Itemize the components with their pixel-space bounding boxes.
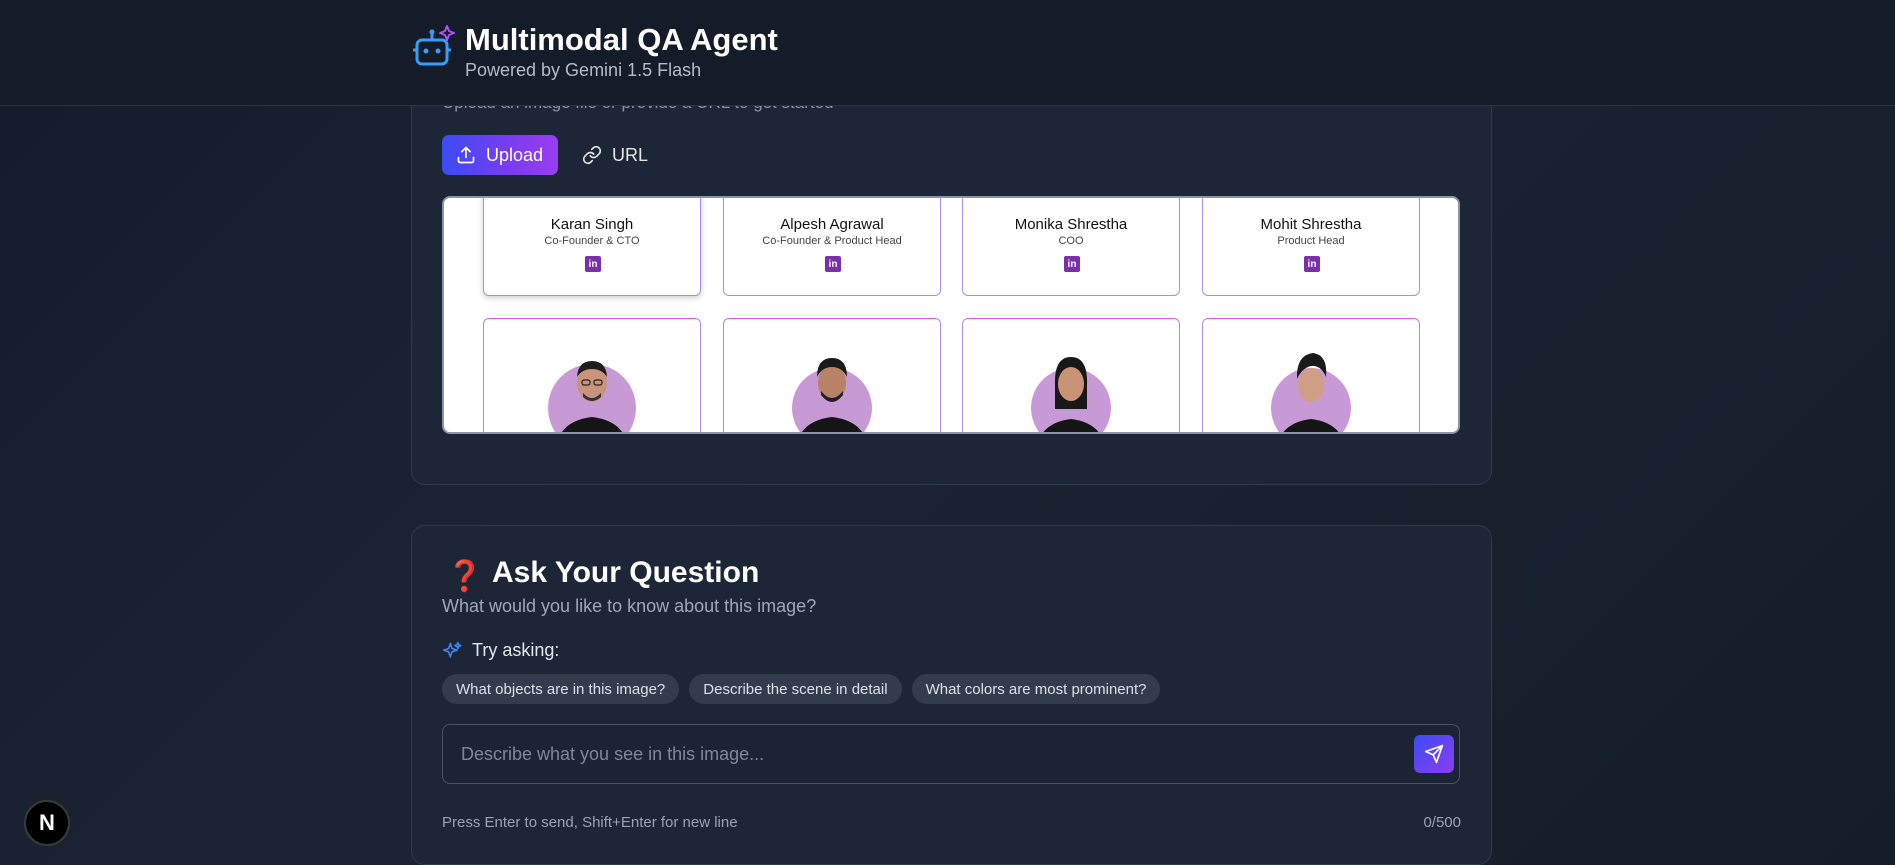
try-asking-label: Try asking: — [472, 640, 560, 660]
portrait-image — [1031, 357, 1111, 432]
linkedin-icon: in — [825, 256, 841, 272]
person-card — [1202, 318, 1420, 432]
person-role: Co-Founder & CTO — [544, 235, 640, 247]
person-name: Mohit Shrestha — [1260, 216, 1362, 233]
app-header: Multimodal QA Agent Powered by Gemini 1.… — [0, 0, 1895, 106]
suggestion-chip[interactable]: What objects are in this image? — [442, 674, 680, 704]
linkedin-icon: in — [585, 256, 601, 272]
upload-icon — [457, 146, 475, 164]
portrait-image — [1271, 353, 1351, 432]
send-icon — [1424, 744, 1444, 764]
portrait-image — [548, 361, 636, 432]
person-role: COO — [1058, 235, 1084, 247]
brand: Multimodal QA Agent Powered by Gemini 1.… — [411, 22, 778, 81]
linkedin-icon: in — [1064, 256, 1080, 272]
question-input-box — [442, 724, 1460, 784]
person-card: Karan Singh Co-Founder & CTO in — [483, 198, 701, 296]
tab-upload-label: Upload — [486, 144, 544, 165]
suggestion-chip[interactable]: What colors are most prominent? — [911, 674, 1161, 704]
portrait-image — [792, 358, 872, 432]
tab-url[interactable]: URL — [582, 135, 648, 175]
sparkle-icon — [442, 641, 462, 658]
person-card — [483, 318, 701, 432]
suggestion-chips: What objects are in this image? Describe… — [442, 674, 1170, 704]
question-input[interactable] — [461, 725, 1401, 783]
person-card: Mohit Shrestha Product Head in — [1202, 198, 1420, 296]
send-button[interactable] — [1414, 735, 1454, 773]
keyboard-hint: Press Enter to send, Shift+Enter for new… — [442, 814, 738, 831]
app-title: Multimodal QA Agent — [465, 22, 778, 57]
link-icon — [582, 145, 602, 165]
char-counter: 0/500 — [1423, 814, 1461, 831]
nextjs-badge[interactable]: N — [24, 800, 70, 846]
question-mark-icon: ❓ — [446, 560, 484, 593]
section-title: Ask Your Question — [492, 556, 760, 589]
person-role: Product Head — [1277, 235, 1345, 247]
image-preview: Karan Singh Co-Founder & CTO in Alpesh A… — [442, 196, 1460, 434]
person-name: Alpesh Agrawal — [780, 216, 884, 233]
section-subtitle: What would you like to know about this i… — [442, 596, 817, 616]
app-subtitle: Powered by Gemini 1.5 Flash — [465, 60, 702, 80]
person-card: Monika Shrestha COO in — [962, 198, 1180, 296]
tab-url-label: URL — [612, 144, 649, 165]
person-card: Alpesh Agrawal Co-Founder & Product Head… — [723, 198, 941, 296]
ask-question-card: ❓ Ask Your Question What would you like … — [411, 525, 1492, 865]
tab-upload[interactable]: Upload — [442, 135, 558, 175]
image-upload-card: Upload an image file or provide a URL to… — [411, 40, 1492, 485]
try-asking-row: Try asking: — [442, 640, 559, 661]
person-name: Karan Singh — [550, 216, 634, 233]
person-name: Monika Shrestha — [1014, 216, 1128, 233]
robot-sparkle-icon — [413, 25, 455, 66]
suggestion-chip[interactable]: Describe the scene in detail — [689, 674, 902, 704]
linkedin-icon: in — [1304, 256, 1320, 272]
brand-text: Multimodal QA Agent Powered by Gemini 1.… — [465, 22, 778, 81]
person-card — [962, 318, 1180, 432]
person-role: Co-Founder & Product Head — [762, 235, 902, 247]
person-card — [723, 318, 941, 432]
